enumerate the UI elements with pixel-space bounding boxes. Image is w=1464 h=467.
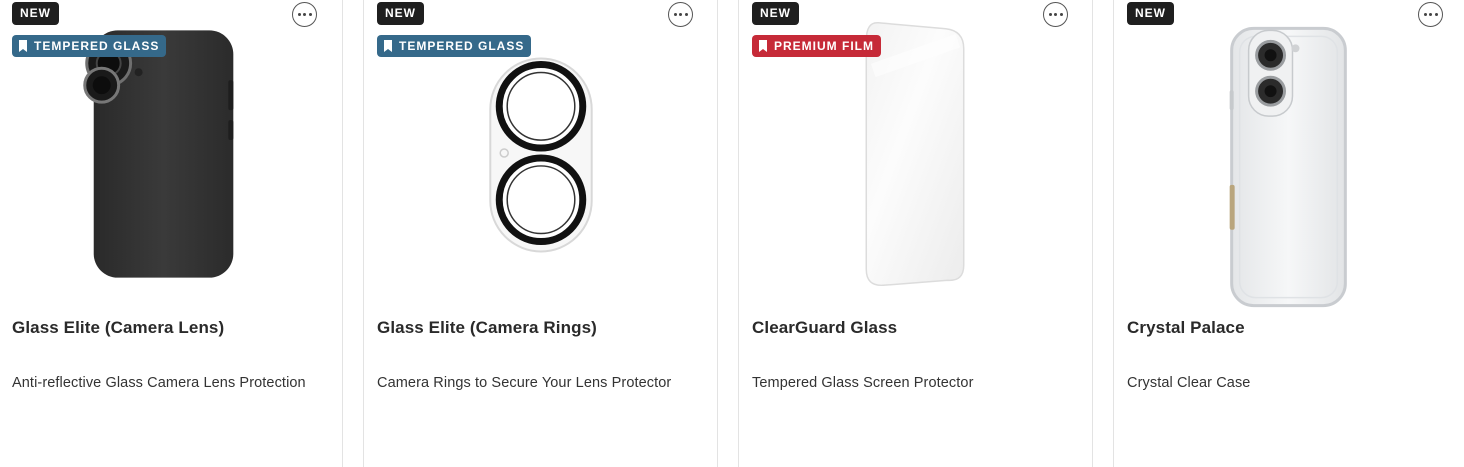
product-subtitle: Tempered Glass Screen Protector: [752, 375, 974, 391]
product-subtitle: Camera Rings to Secure Your Lens Protect…: [377, 375, 672, 391]
product-card[interactable]: NEW TEMPERED GLASS Glass Elite (Camera R…: [363, 0, 718, 467]
product-card[interactable]: NEW Crystal Palace Crystal Clear Case: [1113, 0, 1464, 467]
product-type-label: PREMIUM FILM: [774, 39, 874, 53]
product-type-label: TEMPERED GLASS: [34, 39, 160, 53]
bookmark-icon: [759, 40, 767, 52]
product-image-clear-case[interactable]: [1114, 0, 1464, 310]
product-type-label: TEMPERED GLASS: [399, 39, 525, 53]
product-title[interactable]: Glass Elite (Camera Lens): [12, 318, 224, 338]
product-title[interactable]: Glass Elite (Camera Rings): [377, 318, 597, 338]
product-type-badge: PREMIUM FILM: [752, 35, 881, 57]
bookmark-icon: [19, 40, 27, 52]
product-card[interactable]: NEW PREMIUM FILM ClearGuard Glass Temper…: [738, 0, 1093, 467]
product-subtitle: Crystal Clear Case: [1127, 375, 1251, 391]
bookmark-icon: [384, 40, 392, 52]
product-title[interactable]: Crystal Palace: [1127, 318, 1245, 338]
product-type-badge: TEMPERED GLASS: [377, 35, 532, 57]
product-title[interactable]: ClearGuard Glass: [752, 318, 897, 338]
product-card[interactable]: NEW TEMPERED GLASS Glass Elite (Camera L…: [0, 0, 343, 467]
product-type-badge: TEMPERED GLASS: [12, 35, 167, 57]
product-grid: NEW TEMPERED GLASS Glass Elite (Camera L…: [0, 0, 1464, 467]
product-subtitle: Anti-reflective Glass Camera Lens Protec…: [12, 375, 306, 391]
